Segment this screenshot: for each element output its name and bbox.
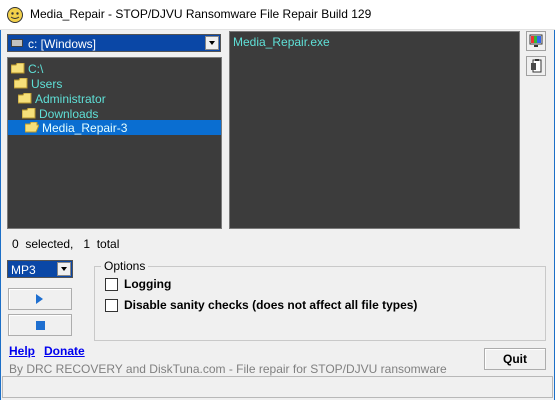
tree-item-media-repair-3[interactable]: Media_Repair-3 (8, 120, 221, 135)
tree-item-label: Administrator (35, 92, 106, 106)
format-dropdown-button[interactable] (57, 262, 71, 276)
file-list[interactable]: Media_Repair.exe (229, 31, 520, 229)
tree-item-label: Media_Repair-3 (42, 121, 128, 135)
sanity-label[interactable]: Disable sanity checks (does not affect a… (124, 298, 417, 312)
sanity-checkbox[interactable] (105, 299, 118, 312)
format-select-value: MP3 (11, 263, 36, 277)
tree-item-c-drive[interactable]: C:\ (8, 61, 221, 76)
footer-credits: By DRC RECOVERY and DiskTuna.com - File … (9, 362, 447, 376)
title-bar: Media_Repair - STOP/DJVU Ransomware File… (0, 0, 555, 30)
chevron-down-icon (209, 41, 215, 45)
display-settings-button[interactable] (526, 31, 546, 51)
tree-item-administrator[interactable]: Administrator (8, 91, 221, 106)
window-frame-left (0, 30, 1, 400)
stop-button[interactable] (8, 314, 72, 336)
tree-item-downloads[interactable]: Downloads (8, 106, 221, 121)
tree-item-label: Users (31, 77, 63, 91)
drive-icon (11, 39, 23, 47)
open-folder-icon (25, 122, 39, 133)
start-button[interactable] (8, 288, 72, 310)
folder-icon (18, 93, 32, 104)
window-title: Media_Repair - STOP/DJVU Ransomware File… (30, 7, 372, 21)
tree-item-users[interactable]: Users (8, 76, 221, 91)
donate-link[interactable]: Donate (44, 344, 85, 358)
options-group: Options Logging Disable sanity checks (d… (94, 259, 546, 341)
monitor-icon (529, 34, 543, 47)
logging-label[interactable]: Logging (124, 277, 171, 291)
clipboard-button[interactable] (526, 56, 546, 76)
drive-dropdown-button[interactable] (205, 36, 219, 50)
clipboard-icon (531, 59, 542, 73)
stop-icon (36, 321, 45, 330)
drive-select[interactable]: c: [Windows] (7, 34, 221, 52)
tree-item-label: C:\ (28, 62, 44, 76)
quit-button[interactable]: Quit (484, 348, 546, 370)
drive-select-value: c: [Windows] (28, 37, 97, 51)
play-icon (36, 294, 43, 304)
app-icon (7, 7, 23, 23)
file-list-item[interactable]: Media_Repair.exe (233, 35, 330, 49)
options-legend: Options (101, 259, 149, 273)
logging-checkbox[interactable] (105, 278, 118, 291)
chevron-down-icon (61, 267, 67, 271)
folder-icon (11, 63, 25, 74)
format-select[interactable]: MP3 (7, 260, 73, 278)
selection-status: 0 selected, 1 total (12, 237, 120, 251)
folder-tree[interactable]: C:\ Users Administrator Downloads Media_… (7, 57, 222, 229)
tree-item-label: Downloads (39, 107, 99, 121)
help-link[interactable]: Help (9, 344, 35, 358)
folder-icon (14, 78, 28, 89)
status-bar (2, 376, 553, 398)
folder-icon (22, 108, 36, 119)
